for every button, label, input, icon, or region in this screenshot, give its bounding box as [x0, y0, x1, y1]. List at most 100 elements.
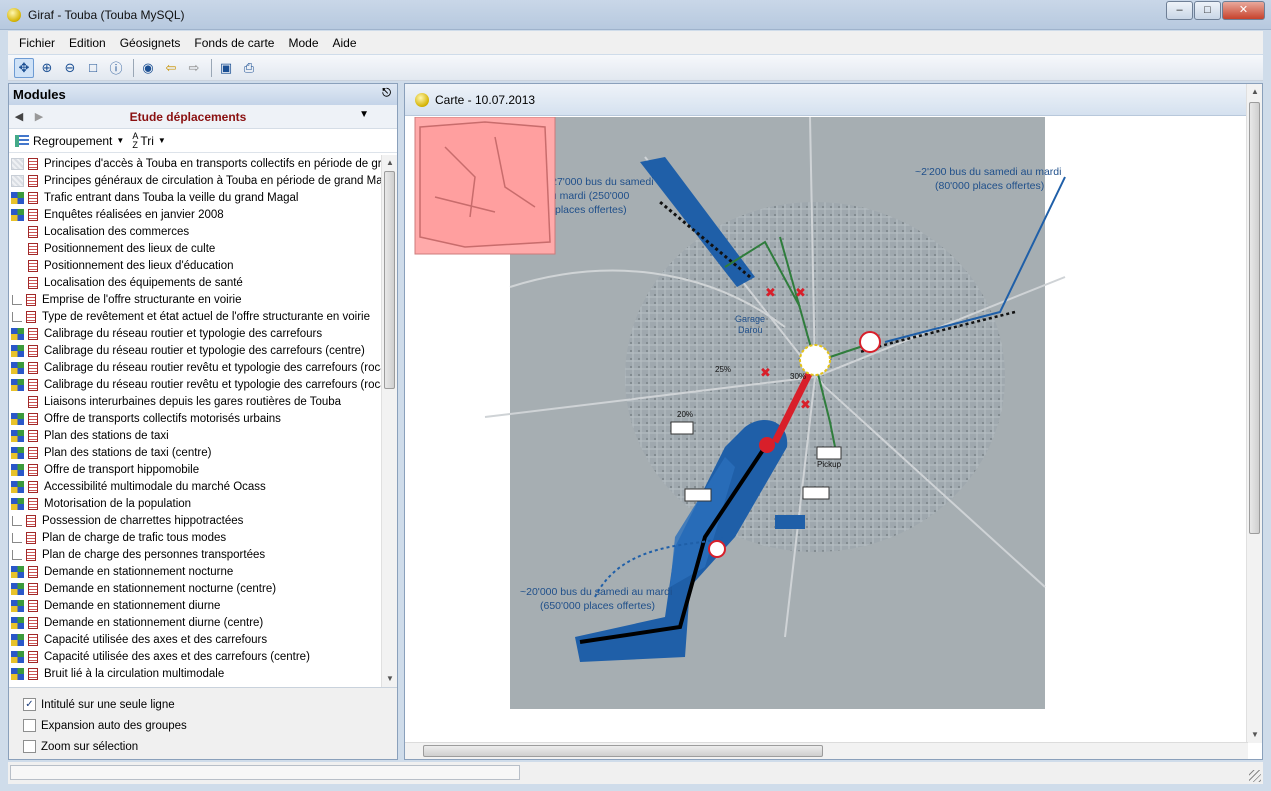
layer-group-icon[interactable] [12, 515, 22, 526]
info-icon[interactable]: ⓘ [106, 58, 126, 78]
module-list-item[interactable]: Plan des stations de taxi (centre) [9, 444, 381, 461]
module-list-item[interactable]: Calibrage du réseau routier revêtu et ty… [9, 359, 381, 376]
module-state-icon[interactable] [11, 327, 24, 340]
menu-aide[interactable]: Aide [326, 36, 364, 50]
module-state-icon[interactable] [11, 633, 24, 646]
zoom-box-icon[interactable]: □ [83, 58, 103, 78]
menu-edition[interactable]: Edition [62, 36, 113, 50]
scroll-up-icon[interactable]: ▲ [382, 155, 398, 171]
module-list-item[interactable]: Localisation des commerces [9, 223, 381, 240]
option-auto-expand[interactable]: Expansion auto des groupes [9, 715, 397, 736]
module-state-icon[interactable] [11, 260, 24, 272]
module-state-icon[interactable] [11, 582, 24, 595]
grouping-button[interactable]: Regroupement [33, 134, 112, 148]
module-list-item[interactable]: Motorisation de la population [9, 495, 381, 512]
map-tab[interactable]: Carte - 10.07.2013 [405, 84, 1262, 116]
map-vertical-scrollbar[interactable]: ▲ ▼ [1246, 84, 1262, 743]
module-list-item[interactable]: Principes généraux de circulation à Toub… [9, 172, 381, 189]
option-single-line[interactable]: ✓ Intitulé sur une seule ligne [9, 694, 397, 715]
module-list-item[interactable]: Trafic entrant dans Touba la veille du g… [9, 189, 381, 206]
checkbox[interactable]: ✓ [23, 698, 36, 711]
module-list-item[interactable]: Calibrage du réseau routier et typologie… [9, 342, 381, 359]
module-list-item[interactable]: Emprise de l'offre structurante en voiri… [9, 291, 381, 308]
module-list-item[interactable]: Calibrage du réseau routier et typologie… [9, 325, 381, 342]
scroll-down-icon[interactable]: ▼ [1247, 727, 1263, 743]
module-list-item[interactable]: Enquêtes réalisées en janvier 2008 [9, 206, 381, 223]
module-state-icon[interactable] [11, 208, 24, 221]
module-list-item[interactable]: Demande en stationnement diurne (centre) [9, 614, 381, 631]
module-state-icon[interactable] [11, 378, 24, 391]
minimize-button[interactable]: – [1166, 1, 1193, 20]
zoom-in-icon[interactable]: ⊕ [37, 58, 57, 78]
resize-grip[interactable] [1249, 770, 1261, 782]
module-state-icon[interactable] [11, 463, 24, 476]
module-state-icon[interactable] [11, 616, 24, 629]
module-state-icon[interactable] [11, 277, 24, 289]
module-state-icon[interactable] [11, 446, 24, 459]
module-list-item[interactable]: Possession de charrettes hippotractées [9, 512, 381, 529]
globe-icon[interactable]: ◉ [138, 58, 158, 78]
module-list-item[interactable]: Positionnement des lieux d'éducation [9, 257, 381, 274]
module-list-item[interactable]: Plan des stations de taxi [9, 427, 381, 444]
module-list-item[interactable]: Demande en stationnement nocturne [9, 563, 381, 580]
module-list-item[interactable]: Plan de charge des personnes transportée… [9, 546, 381, 563]
module-state-icon[interactable] [11, 412, 24, 425]
module-list-item[interactable]: Demande en stationnement nocturne (centr… [9, 580, 381, 597]
pin-icon[interactable]: ⎋ [382, 87, 391, 100]
close-button[interactable]: ✕ [1222, 1, 1265, 20]
module-dropdown-icon[interactable]: ▼ [359, 109, 369, 120]
menu-fonds-de-carte[interactable]: Fonds de carte [187, 36, 281, 50]
sort-button[interactable]: Tri [140, 134, 154, 148]
module-state-icon[interactable] [11, 174, 24, 187]
layer-group-icon[interactable] [12, 294, 22, 305]
option-zoom-selection[interactable]: Zoom sur sélection [9, 736, 397, 757]
scroll-up-icon[interactable]: ▲ [1247, 84, 1263, 100]
module-list-item[interactable]: Calibrage du réseau routier revêtu et ty… [9, 376, 381, 393]
scroll-thumb[interactable] [384, 171, 395, 389]
back-icon[interactable]: ⇦ [161, 58, 181, 78]
zoom-out-icon[interactable]: ⊖ [60, 58, 80, 78]
module-list-item[interactable]: Capacité utilisée des axes et des carref… [9, 631, 381, 648]
map-canvas[interactable]: ✖ ✖ ✖ ✖ ~27'000 bus du samedi au mardi (… [405, 117, 1248, 743]
module-list-item[interactable]: Principes d'accès à Touba en transports … [9, 155, 381, 172]
module-state-icon[interactable] [11, 429, 24, 442]
module-state-icon[interactable] [11, 565, 24, 578]
module-state-icon[interactable] [11, 344, 24, 357]
scroll-thumb[interactable] [423, 745, 823, 757]
menu-mode[interactable]: Mode [281, 36, 325, 50]
map-horizontal-scrollbar[interactable] [405, 742, 1248, 759]
pan-icon[interactable]: ✥ [14, 57, 34, 78]
save-icon[interactable]: ▣ [216, 58, 236, 78]
module-list-item[interactable]: Offre de transports collectifs motorisés… [9, 410, 381, 427]
module-list-item[interactable]: Bruit lié à la circulation multimodale [9, 665, 381, 682]
layer-group-icon[interactable] [12, 311, 22, 322]
module-state-icon[interactable] [11, 226, 24, 238]
module-state-icon[interactable] [11, 191, 24, 204]
menu-fichier[interactable]: Fichier [12, 36, 62, 50]
module-state-icon[interactable] [11, 650, 24, 663]
module-list-item[interactable]: Liaisons interurbaines depuis les gares … [9, 393, 381, 410]
scroll-thumb[interactable] [1249, 102, 1260, 534]
forward-icon[interactable]: ⇨ [184, 58, 204, 78]
module-state-icon[interactable] [11, 480, 24, 493]
module-state-icon[interactable] [11, 361, 24, 374]
module-state-icon[interactable] [11, 497, 24, 510]
map-drawing[interactable]: ✖ ✖ ✖ ✖ ~27'000 bus du samedi au mardi (… [405, 117, 1248, 743]
checkbox[interactable] [23, 719, 36, 732]
chevron-down-icon[interactable]: ▼ [158, 136, 166, 145]
menu-geosignets[interactable]: Géosignets [113, 36, 188, 50]
layer-group-icon[interactable] [12, 532, 22, 543]
module-list-item[interactable]: Positionnement des lieux de culte [9, 240, 381, 257]
chevron-down-icon[interactable]: ▼ [116, 136, 124, 145]
scroll-down-icon[interactable]: ▼ [382, 671, 398, 687]
print-icon[interactable]: ⎙ [239, 58, 259, 78]
module-list-item[interactable]: Capacité utilisée des axes et des carref… [9, 648, 381, 665]
module-list-item[interactable]: Demande en stationnement diurne [9, 597, 381, 614]
module-state-icon[interactable] [11, 243, 24, 255]
module-state-icon[interactable] [11, 599, 24, 612]
module-state-icon[interactable] [11, 667, 24, 680]
module-state-icon[interactable] [11, 396, 24, 408]
module-list-item[interactable]: Offre de transport hippomobile [9, 461, 381, 478]
module-list-item[interactable]: Type de revêtement et état actuel de l'o… [9, 308, 381, 325]
modules-scrollbar[interactable]: ▲ ▼ [381, 155, 397, 687]
